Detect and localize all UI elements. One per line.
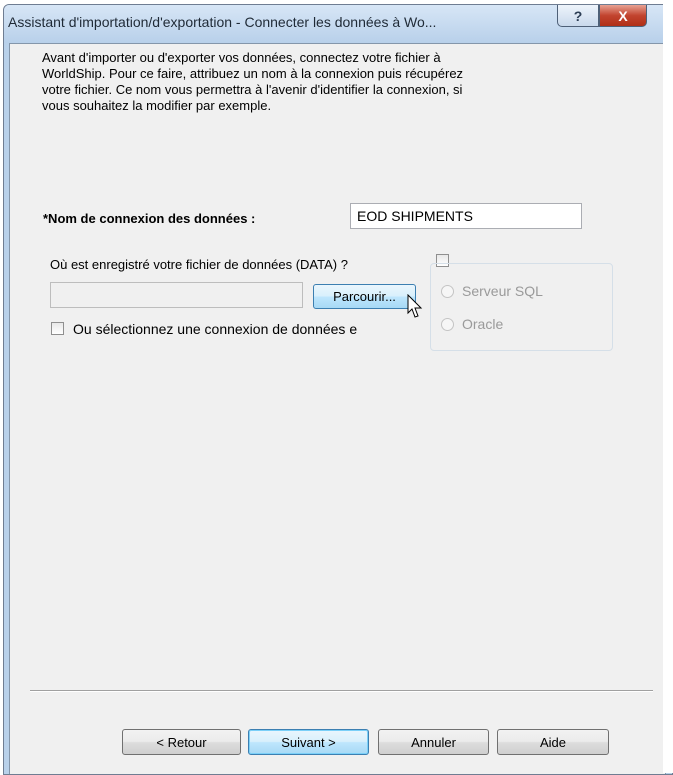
- title-bar: Assistant d'importation/d'exportation - …: [4, 5, 672, 43]
- data-file-path-input[interactable]: [50, 282, 303, 308]
- database-group: Serveur SQL Oracle: [430, 263, 613, 351]
- sql-server-label: Serveur SQL: [462, 283, 543, 299]
- connection-name-input[interactable]: [350, 203, 582, 229]
- wizard-content: [9, 43, 666, 774]
- intro-text: Avant d'importer ou d'exporter vos donné…: [42, 50, 464, 113]
- back-button[interactable]: < Retour: [122, 729, 241, 755]
- help-title-button[interactable]: ?: [557, 5, 599, 27]
- window-title: Assistant d'importation/d'exportation - …: [8, 14, 437, 30]
- close-button[interactable]: X: [599, 5, 647, 27]
- browse-button[interactable]: Parcourir...: [313, 284, 416, 309]
- help-icon: ?: [573, 7, 583, 24]
- select-connection-checkbox[interactable]: [51, 322, 64, 335]
- right-edge-strip: [663, 0, 673, 773]
- wizard-window: Assistant d'importation/d'exportation - …: [3, 4, 673, 775]
- next-button[interactable]: Suivant >: [248, 729, 369, 755]
- mouse-cursor-icon: [407, 294, 423, 318]
- cancel-button[interactable]: Annuler: [378, 729, 489, 755]
- connection-name-label: *Nom de connexion des données :: [43, 211, 256, 226]
- oracle-label: Oracle: [462, 316, 504, 332]
- oracle-radio[interactable]: [441, 317, 454, 331]
- help-button[interactable]: Aide: [497, 729, 609, 755]
- sql-server-option[interactable]: Serveur SQL: [441, 283, 543, 299]
- footer-separator: [30, 690, 653, 692]
- oracle-option[interactable]: Oracle: [441, 316, 503, 332]
- select-connection-label: Ou sélectionnez une connexion de données…: [73, 321, 358, 337]
- sql-server-radio[interactable]: [441, 284, 454, 298]
- data-file-label: Où est enregistré votre fichier de donné…: [50, 257, 348, 272]
- close-icon: X: [618, 7, 628, 24]
